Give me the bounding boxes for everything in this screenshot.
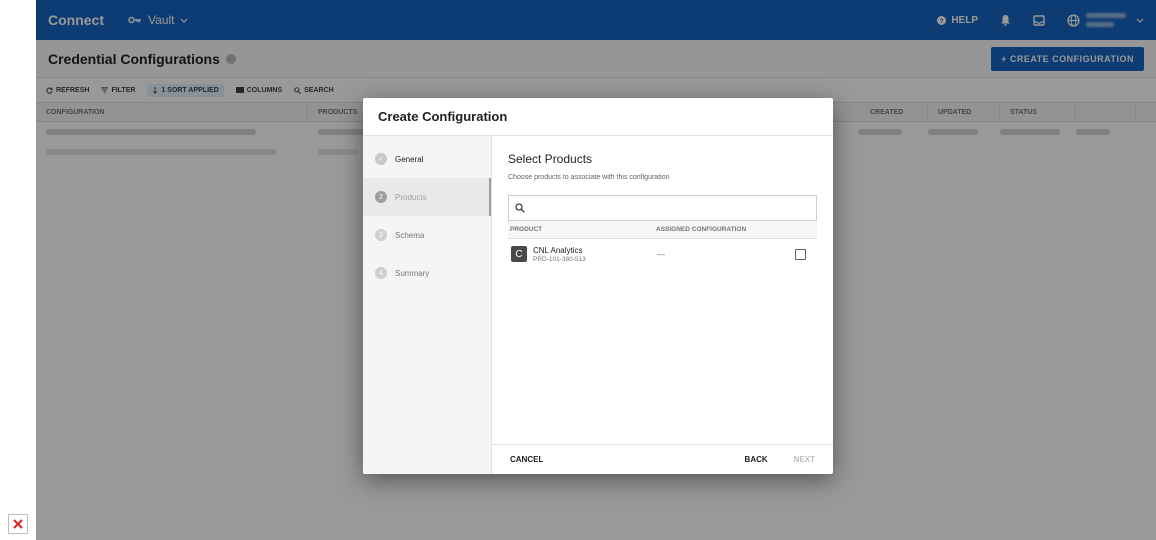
- product-select-checkbox[interactable]: [795, 248, 806, 260]
- product-logo: C: [511, 246, 527, 262]
- app: Connect Vault ? HELP Credential Configur…: [36, 0, 1156, 540]
- dialog-title: Create Configuration: [363, 98, 833, 136]
- step-content: Select Products Choose products to assoc…: [492, 136, 833, 474]
- step-label: General: [395, 154, 424, 164]
- column-header-assigned-configuration: ASSIGNED CONFIGURATION: [656, 226, 747, 233]
- column-header-product: PRODUCT: [510, 226, 543, 233]
- step-schema[interactable]: 3 Schema: [363, 216, 491, 254]
- product-search[interactable]: [508, 195, 817, 221]
- check-icon: ✓: [375, 153, 387, 165]
- product-table-header: PRODUCT ASSIGNED CONFIGURATION: [508, 221, 817, 239]
- step-summary[interactable]: 4 Summary: [363, 254, 491, 292]
- close-icon: [13, 519, 23, 529]
- step-products[interactable]: 2 Products: [363, 178, 491, 216]
- broken-image-icon: [8, 514, 28, 534]
- step-label: Schema: [395, 230, 425, 240]
- step-general[interactable]: ✓ General: [363, 140, 491, 178]
- step-label: Summary: [395, 268, 430, 278]
- step-number: 4: [375, 267, 387, 279]
- create-configuration-dialog: Create Configuration ✓ General 2 Product…: [363, 98, 833, 474]
- assigned-configuration: —: [657, 249, 665, 259]
- next-button[interactable]: NEXT: [794, 455, 815, 464]
- product-name: CNL Analytics: [533, 245, 583, 255]
- wizard-steps: ✓ General 2 Products 3 Schema 4 Summary: [363, 136, 492, 474]
- step-label: Products: [395, 192, 427, 202]
- product-id: PRD-101-380-513: [533, 255, 586, 263]
- search-icon: [515, 203, 525, 213]
- section-description: Choose products to associate with this c…: [508, 174, 670, 181]
- step-number: 2: [375, 191, 387, 203]
- step-number: 3: [375, 229, 387, 241]
- dialog-footer: CANCEL BACK NEXT: [492, 444, 833, 474]
- product-search-input[interactable]: [531, 203, 810, 213]
- cancel-button[interactable]: CANCEL: [510, 455, 543, 464]
- section-heading: Select Products: [508, 152, 593, 166]
- back-button[interactable]: BACK: [745, 455, 768, 464]
- product-row[interactable]: C CNL Analytics PRD-101-380-513 —: [508, 239, 817, 269]
